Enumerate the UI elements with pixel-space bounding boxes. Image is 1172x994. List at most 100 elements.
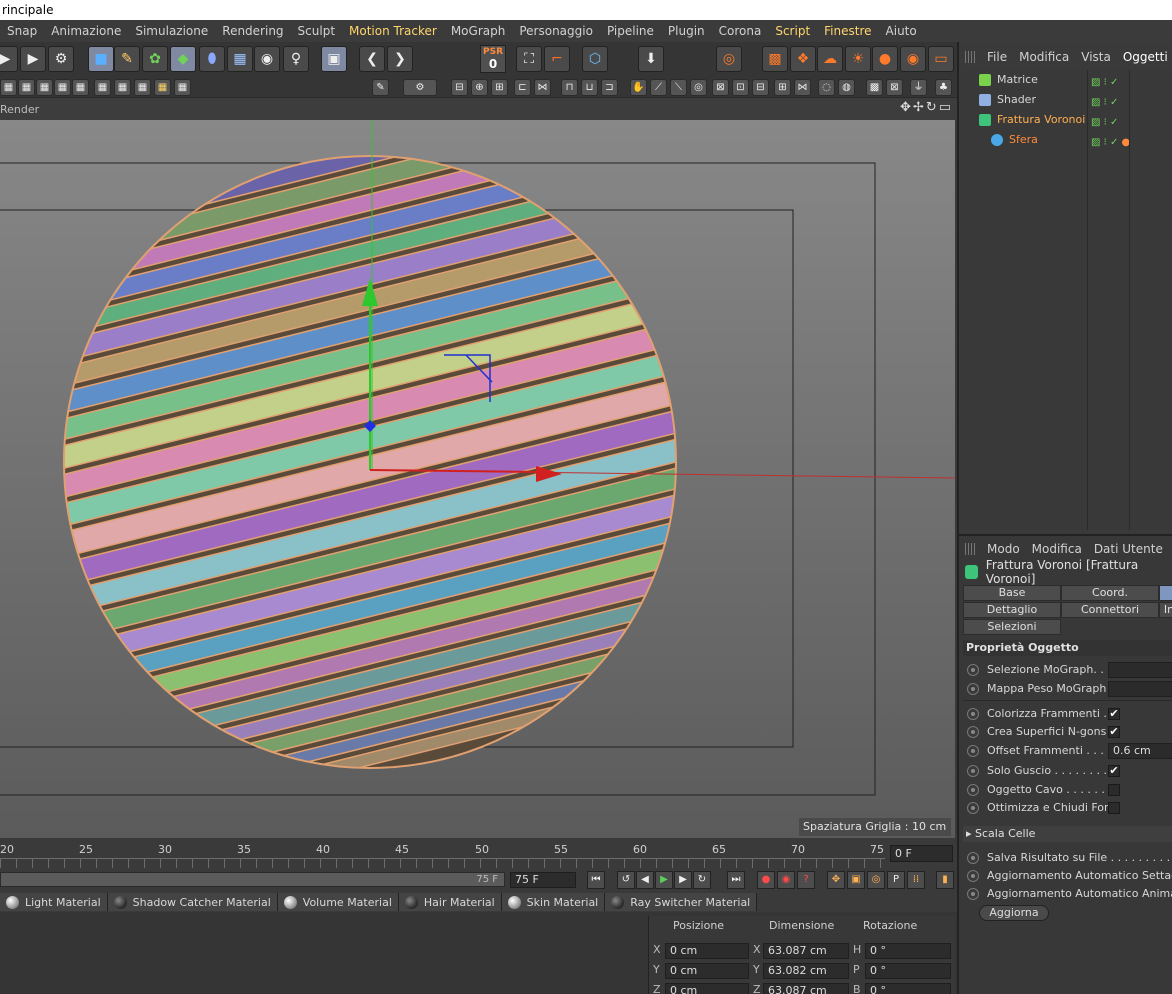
panel-grip-icon[interactable]: [965, 543, 977, 555]
object-list[interactable]: Matrice ▨ ⁝ ✓ Shader ▨ ⁝ ✓ Frattura Voro…: [961, 70, 1172, 530]
prev-frame-button[interactable]: ◀: [636, 871, 654, 889]
material-volume[interactable]: Volume Material: [277, 893, 399, 911]
tool-button[interactable]: ▦: [36, 79, 53, 96]
tool-button[interactable]: ⊞: [774, 79, 791, 96]
object-row-shader[interactable]: Shader ▨ ⁝ ✓: [961, 90, 1172, 110]
tool-button[interactable]: ⊠: [712, 79, 729, 96]
om-menu-oggetti[interactable]: Oggetti: [1117, 50, 1172, 64]
corona-sky-button[interactable]: ☁: [817, 46, 843, 72]
corona-render-button[interactable]: ◎: [716, 46, 742, 72]
render-settings-button[interactable]: ⚙: [48, 46, 74, 72]
next-frame-button[interactable]: ▶: [674, 871, 692, 889]
am-menu-dati-utente[interactable]: Dati Utente: [1088, 542, 1169, 556]
snap-button[interactable]: ⊟: [451, 79, 468, 96]
key-parameter-button[interactable]: P: [887, 871, 905, 889]
snap-button[interactable]: ⊞: [491, 79, 508, 96]
animate-dot-icon[interactable]: [967, 708, 979, 720]
psr-button[interactable]: PSR 0: [480, 45, 506, 73]
floor-button[interactable]: ▦: [227, 46, 253, 72]
object-flags[interactable]: ▨ ⁝ ✓: [1091, 113, 1131, 128]
tab-selezioni[interactable]: Selezioni: [963, 619, 1061, 635]
timeline-ruler[interactable]: 20 25 30 35 40 45 50 55 60 65 70 75: [0, 838, 955, 868]
om-menu-file[interactable]: File: [981, 50, 1013, 64]
pos-y-field[interactable]: 0 cm: [665, 963, 749, 979]
tool-button[interactable]: ▦: [72, 79, 89, 96]
redo-view-button[interactable]: ❯: [387, 46, 413, 72]
object-row-sfera[interactable]: Sfera ▨ ⁝ ✓ ●: [961, 130, 1172, 150]
tool-button[interactable]: ▦: [154, 79, 171, 96]
object-row-frattura-voronoi[interactable]: Frattura Voronoi ▨ ⁝ ✓: [961, 110, 1172, 130]
menu-aiuto[interactable]: Aiuto: [879, 24, 924, 38]
snap-button[interactable]: ⊔: [581, 79, 598, 96]
timeline-window-button[interactable]: ▮: [936, 871, 954, 889]
keyframe-selection-button[interactable]: ?: [797, 871, 815, 889]
object-flags[interactable]: ▨ ⁝ ✓: [1091, 93, 1131, 108]
tab-base[interactable]: Base: [963, 585, 1061, 601]
light-button[interactable]: ♀: [283, 46, 309, 72]
size-y-field[interactable]: 63.082 cm: [763, 963, 849, 979]
tool-button[interactable]: ▩: [866, 79, 883, 96]
menu-corona[interactable]: Corona: [712, 24, 769, 38]
material-skin[interactable]: Skin Material: [501, 893, 606, 911]
menu-animazione[interactable]: Animazione: [44, 24, 128, 38]
animate-dot-icon[interactable]: [967, 664, 979, 676]
play-button[interactable]: ▶: [655, 871, 673, 889]
tool-button[interactable]: ◎: [690, 79, 707, 96]
snap-button[interactable]: ⊏: [514, 79, 531, 96]
snap-button[interactable]: ⊕: [471, 79, 488, 96]
object-flags[interactable]: ▨ ⁝ ✓: [1091, 73, 1131, 88]
viewport[interactable]: [0, 120, 955, 838]
plugin-button[interactable]: ⬡: [582, 46, 608, 72]
tool-button[interactable]: ⊟: [752, 79, 769, 96]
tool-button[interactable]: ▦: [134, 79, 151, 96]
update-button[interactable]: Aggiorna: [979, 905, 1049, 921]
section-scala-celle[interactable]: ▸ Scala Celle: [963, 826, 1172, 842]
menu-finestre[interactable]: Finestre: [817, 24, 878, 38]
tool-button[interactable]: ▦: [18, 79, 35, 96]
material-hair[interactable]: Hair Material: [398, 893, 502, 911]
tool-button[interactable]: ✋: [630, 79, 647, 96]
material-light[interactable]: Light Material: [0, 893, 108, 911]
offset-field[interactable]: 0.6 cm: [1108, 743, 1172, 759]
tool-button[interactable]: ▦: [114, 79, 131, 96]
am-menu-modifica[interactable]: Modifica: [1026, 542, 1088, 556]
menu-script[interactable]: Script: [768, 24, 817, 38]
spline-button[interactable]: ⌐: [544, 46, 570, 72]
size-z-field[interactable]: 63.087 cm: [763, 983, 849, 994]
material-shadow-catcher[interactable]: Shadow Catcher Material: [107, 893, 278, 911]
rot-p-field[interactable]: 0 °: [865, 963, 951, 979]
om-menu-modifica[interactable]: Modifica: [1013, 50, 1075, 64]
undo-view-button[interactable]: ❮: [359, 46, 385, 72]
object-row-matrice[interactable]: Matrice ▨ ⁝ ✓: [961, 70, 1172, 90]
generator-button[interactable]: ✿: [142, 46, 168, 72]
tool-button[interactable]: ⋈: [794, 79, 811, 96]
selezione-mograph-field[interactable]: [1108, 662, 1172, 678]
prev-key-button[interactable]: ↺: [617, 871, 635, 889]
tool-button[interactable]: ✎: [372, 79, 389, 96]
tab-coord[interactable]: Coord.: [1061, 585, 1159, 601]
object-flags[interactable]: ▨ ⁝ ✓ ●: [1091, 133, 1131, 148]
key-scale-button[interactable]: ▣: [847, 871, 865, 889]
tab-dettaglio[interactable]: Dettaglio: [963, 602, 1061, 618]
am-menu-modo[interactable]: Modo: [981, 542, 1026, 556]
end-frame-field[interactable]: 75 F: [510, 872, 576, 888]
animate-dot-icon[interactable]: [967, 726, 979, 738]
tool-button[interactable]: ▦: [94, 79, 111, 96]
tool-button[interactable]: ▦: [174, 79, 191, 96]
go-to-end-button[interactable]: ⏭: [727, 871, 745, 889]
menu-personaggio[interactable]: Personaggio: [512, 24, 600, 38]
corona-material-button[interactable]: ▩: [762, 46, 788, 72]
current-frame-field[interactable]: 0 F: [890, 845, 953, 862]
render-view-button[interactable]: ▶: [0, 46, 18, 72]
mograph-button[interactable]: ⛶: [516, 46, 542, 72]
menu-simulazione[interactable]: Simulazione: [128, 24, 215, 38]
capsule-button[interactable]: ⬮: [199, 46, 225, 72]
corona-vfb-button[interactable]: ▭: [928, 46, 954, 72]
tool-button[interactable]: ⏚: [910, 79, 927, 96]
tool-button[interactable]: ⟋: [650, 79, 667, 96]
ottimizza-checkbox[interactable]: [1108, 802, 1120, 814]
snap-button[interactable]: ⊓: [561, 79, 578, 96]
animate-dot-icon[interactable]: [967, 802, 979, 814]
menu-snap[interactable]: Snap: [0, 24, 44, 38]
tool-button[interactable]: ♣: [935, 79, 952, 96]
